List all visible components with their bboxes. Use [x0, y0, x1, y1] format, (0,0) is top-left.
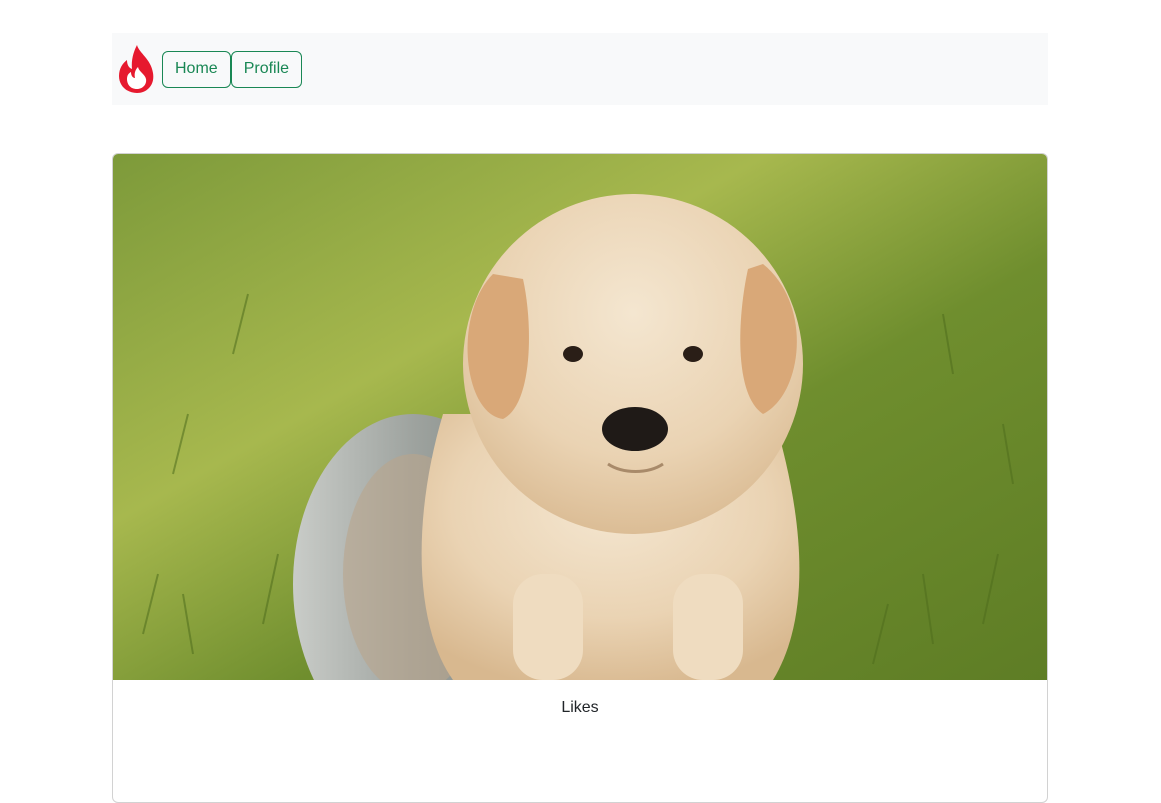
- home-button[interactable]: Home: [162, 50, 231, 88]
- card-body: Likes: [113, 680, 1047, 717]
- post-card: Likes: [112, 153, 1048, 803]
- navbar: Home Profile: [112, 33, 1048, 105]
- profile-button[interactable]: Profile: [230, 50, 303, 88]
- flame-icon[interactable]: [116, 43, 158, 95]
- puppy-photo: [113, 154, 1047, 680]
- likes-label: Likes: [561, 699, 599, 716]
